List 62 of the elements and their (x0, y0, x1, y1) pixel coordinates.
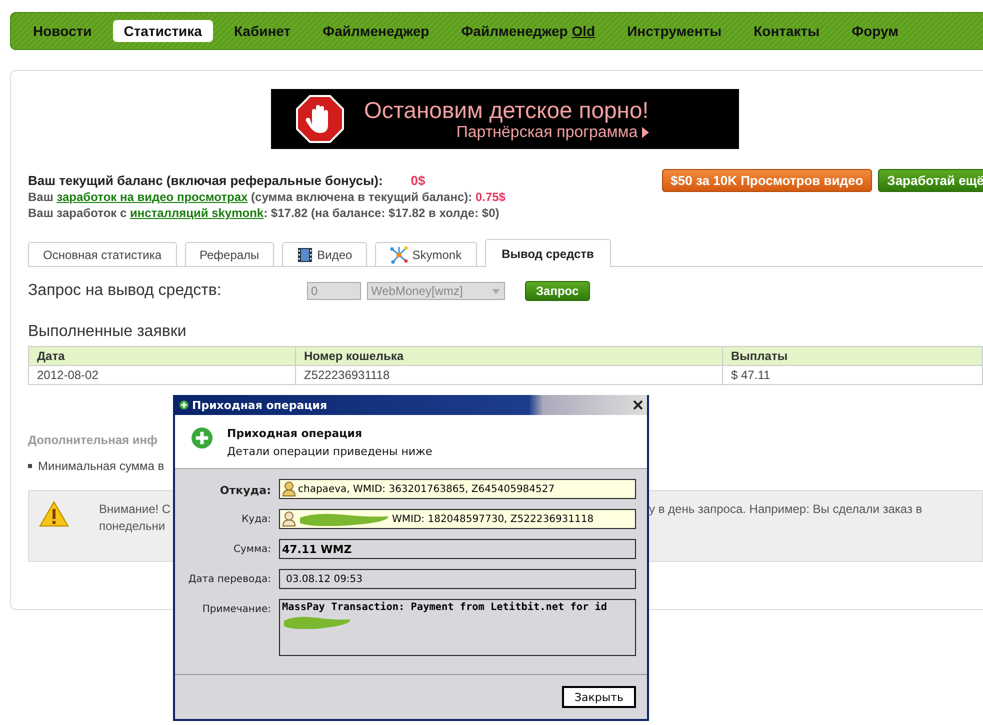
field-label: Откуда: (218, 483, 271, 497)
banner-subline: Партнёрская программа (456, 124, 638, 142)
close-icon[interactable] (633, 400, 643, 410)
info-text: Минимальная сумма в (38, 459, 164, 473)
nav-item[interactable]: Кабинет (222, 20, 302, 42)
user-icon (282, 511, 296, 527)
nav-item[interactable]: Файлменеджер (312, 20, 440, 42)
earnings-link[interactable]: заработок на видео просмотрах (56, 190, 248, 204)
column-header: Номер кошелька (296, 346, 722, 366)
nav-item[interactable]: Контакты (742, 20, 831, 42)
plus-icon (191, 427, 213, 449)
dialog-heading: Приходная операция (227, 427, 364, 440)
user-icon (282, 481, 296, 497)
ad-banner[interactable]: Остановим детское порно! Партнёрская программа (271, 89, 739, 149)
tab[interactable]: Вывод средств (484, 239, 611, 267)
network-icon (390, 246, 408, 264)
info-heading: Дополнительная инф (28, 433, 158, 447)
column-header: Выплаты (722, 346, 982, 366)
dialog-title: Приходная операция (192, 398, 328, 412)
nav-item[interactable]: Статистика (112, 20, 213, 42)
field-label: Сумма: (232, 543, 271, 555)
earnings-link[interactable]: инсталляций skymonk (130, 206, 264, 220)
field-label: Дата перевода: (187, 573, 271, 585)
warning-text: у в день запроса. Например: Вы сделали заказ в (649, 501, 922, 518)
banner-headline: Остановим детское порно! (364, 96, 649, 124)
table-cell: $ 47.11 (722, 366, 982, 384)
earnings-text: Ваш заработок на видео просмотрах (сумма включена в текущий баланс): 0.75$ (28, 190, 506, 204)
close-button[interactable]: Закрыть (562, 686, 636, 708)
field-text: chapaeva, WMID: 363201763865, Z645405984527 (298, 484, 555, 494)
table-cell: 2012-08-02 (28, 366, 296, 384)
dialog-subtitle: Детали операции приведены ниже (227, 445, 432, 458)
tab[interactable]: Skymonk (375, 242, 477, 266)
field-label: Куда: (240, 513, 271, 525)
film-icon (297, 246, 314, 262)
balance-value: 0$ (410, 173, 426, 188)
field-text: 47.11 WMZ (282, 542, 352, 556)
warning-icon (39, 501, 69, 527)
stop-hand-icon (296, 95, 344, 143)
section-title: Выполненные заявки (28, 323, 188, 341)
table-cell: Z522236931118 (296, 366, 722, 384)
earnings-text: Ваш заработок с инсталляций skymonk: $17.82 (на балансе: $17.82 в холде: $0) (28, 206, 500, 220)
plus-icon (179, 400, 189, 410)
tab[interactable]: Видео (282, 242, 368, 266)
field-label: Примечание: (201, 603, 271, 615)
field-text: 03.08.12 09:53 (285, 574, 363, 584)
tab[interactable]: Основная статистика (28, 242, 176, 266)
caret-icon (492, 288, 500, 294)
nav-item[interactable]: Инструменты (616, 20, 733, 42)
nav-item[interactable]: Новости (22, 20, 103, 42)
warning-text: понедельни (99, 518, 166, 535)
nav-item[interactable]: Файлменеджер Old (450, 20, 606, 42)
redaction-mark (282, 615, 352, 629)
column-header: Дата (28, 346, 296, 366)
warning-text: Внимание! С (99, 501, 171, 518)
nav-item[interactable]: Форум (840, 20, 910, 42)
field-text: WMID: 182048597730, Z522236931118 (392, 514, 594, 524)
arrow-icon (642, 127, 649, 138)
promo-button[interactable]: $50 за 10K Просмотров видео (662, 169, 872, 192)
tab[interactable]: Рефералы (184, 242, 274, 266)
balance-label: Ваш текущий баланс (включая реферальные бонусы): (28, 173, 383, 188)
withdraw-label: Запрос на вывод средств: (28, 282, 222, 300)
field-text: MassPay Transaction: Payment from Letitbit.net for id (282, 602, 608, 613)
